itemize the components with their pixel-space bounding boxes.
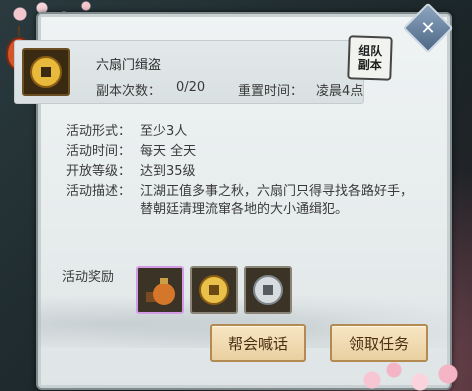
reset-time-value: 凌晨4点 (316, 84, 364, 99)
dungeon-title: 六扇门缉盗 (96, 58, 162, 73)
description-line-1: 江湖正值多事之秋，六扇门只得寻找各路好手， (140, 184, 414, 199)
description-line-2: 替朝廷清理流窜各地的大小通缉犯。 (140, 202, 349, 217)
reward-slot-3[interactable] (244, 266, 292, 314)
form-value: 至少3人 (140, 124, 188, 139)
gold-coin-icon (30, 56, 62, 88)
description-label: 活动描述： (66, 184, 132, 199)
level-label: 开放等级： (66, 164, 132, 179)
cherry-blossom-decoration (360, 340, 472, 391)
rewards-label: 活动奖励 (62, 270, 115, 285)
run-count-value: 0/20 (176, 80, 206, 95)
reward-slot-1[interactable] (136, 266, 184, 314)
money-bag-icon (146, 278, 175, 305)
reset-time-label: 重置时间： (238, 84, 304, 99)
time-value: 每天 全天 (140, 144, 197, 159)
silver-coin-icon (253, 275, 283, 305)
dungeon-icon (22, 48, 70, 96)
time-label: 活动时间： (66, 144, 132, 159)
run-count-label: 副本次数： (96, 84, 162, 99)
reward-slot-2[interactable] (190, 266, 238, 314)
form-label: 活动形式： (66, 124, 132, 139)
team-dungeon-badge: 组队 副本 (347, 35, 393, 81)
gold-coin-icon (199, 275, 229, 305)
badge-line-1: 组队 (357, 43, 383, 59)
level-value: 达到35级 (140, 164, 196, 179)
badge-line-2: 副本 (357, 57, 382, 73)
guild-shout-button[interactable]: 帮会喊话 (210, 324, 306, 362)
close-icon: ✕ (420, 17, 436, 39)
